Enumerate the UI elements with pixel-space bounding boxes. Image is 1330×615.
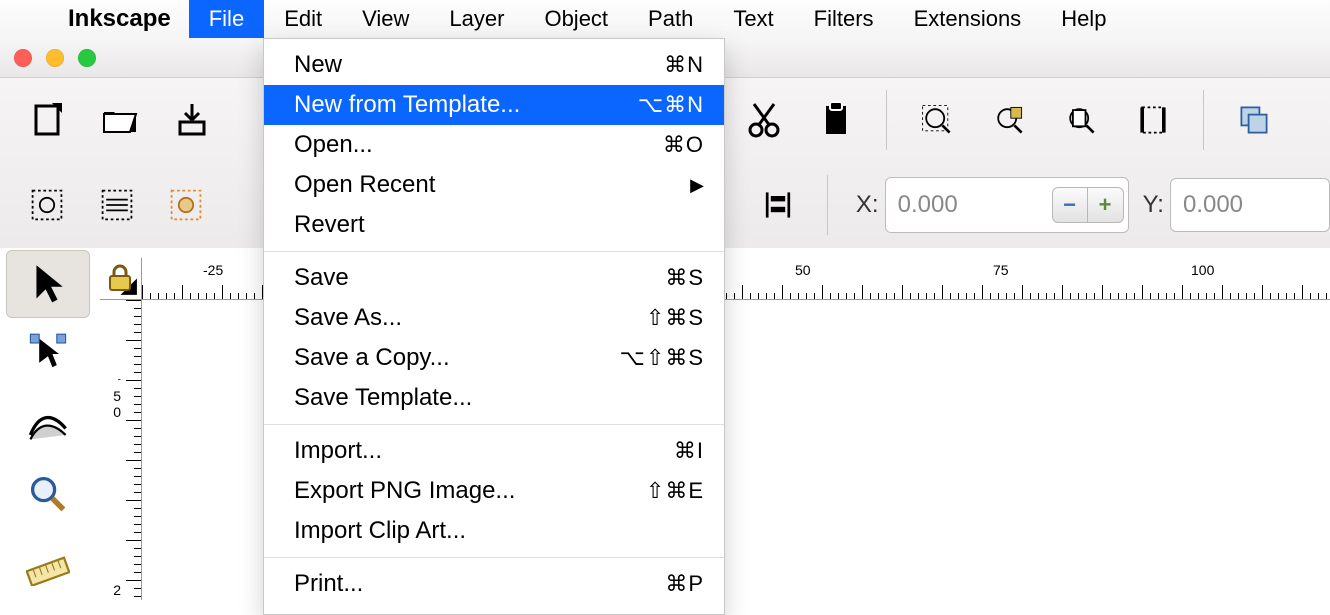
- file-menu-dropdown: New⌘N New from Template...⌥⌘N Open...⌘O …: [263, 38, 725, 615]
- toolbar-separator: [886, 90, 887, 150]
- file-menu-save-template[interactable]: Save Template...: [264, 378, 724, 418]
- file-menu-open-recent[interactable]: Open Recent▶: [264, 165, 724, 205]
- zoom-drawing-icon[interactable]: [981, 92, 1037, 148]
- menu-object[interactable]: Object: [524, 0, 628, 38]
- file-menu-import[interactable]: Import...⌘I: [264, 431, 724, 471]
- coord-x-increment[interactable]: +: [1088, 187, 1124, 223]
- file-menu-new[interactable]: New⌘N: [264, 45, 724, 85]
- selection-mode-a-icon[interactable]: [20, 177, 74, 233]
- zoom-tool[interactable]: [6, 460, 90, 528]
- menu-extensions[interactable]: Extensions: [894, 0, 1042, 38]
- ruler-v-mark: 2: [113, 582, 121, 598]
- menu-text[interactable]: Text: [713, 0, 793, 38]
- file-menu-import-clipart[interactable]: Import Clip Art...: [264, 511, 724, 551]
- menu-layer[interactable]: Layer: [429, 0, 524, 38]
- save-file-icon[interactable]: [164, 92, 220, 148]
- duplicate-icon[interactable]: [1226, 92, 1282, 148]
- file-menu-export-png[interactable]: Export PNG Image...⇧⌘E: [264, 471, 724, 511]
- window-zoom-button[interactable]: [78, 49, 96, 67]
- toolbar-separator: [1203, 90, 1204, 150]
- zoom-page-icon[interactable]: [1053, 92, 1109, 148]
- app-name[interactable]: Inkscape: [50, 5, 189, 33]
- ruler-v-mark-neg: -: [118, 375, 121, 386]
- file-menu-revert[interactable]: Revert: [264, 205, 724, 245]
- window-minimize-button[interactable]: [46, 49, 64, 67]
- menu-separator: [264, 251, 724, 252]
- selection-mode-c-icon[interactable]: [159, 177, 213, 233]
- zoom-selection-icon[interactable]: [909, 92, 965, 148]
- vertical-ruler[interactable]: 5 - 0 2: [100, 300, 142, 600]
- file-menu-open[interactable]: Open...⌘O: [264, 125, 724, 165]
- file-menu-save[interactable]: Save⌘S: [264, 258, 724, 298]
- ruler-h-mark: 50: [795, 262, 811, 278]
- measure-tool[interactable]: [6, 530, 90, 598]
- menu-help[interactable]: Help: [1041, 0, 1126, 38]
- menu-file[interactable]: File: [189, 0, 264, 38]
- coord-x-decrement[interactable]: −: [1052, 187, 1088, 223]
- new-file-icon[interactable]: [20, 92, 76, 148]
- node-tool[interactable]: [6, 320, 90, 388]
- ruler-h-mark: 75: [993, 262, 1009, 278]
- tweak-tool[interactable]: [6, 390, 90, 458]
- left-toolbox: [0, 248, 96, 600]
- menu-filters[interactable]: Filters: [794, 0, 894, 38]
- open-file-icon[interactable]: [92, 92, 148, 148]
- file-menu-new-from-template[interactable]: New from Template...⌥⌘N: [264, 85, 724, 125]
- file-menu-save-as[interactable]: Save As...⇧⌘S: [264, 298, 724, 338]
- ruler-v-mark: 0: [113, 404, 121, 420]
- toolbar-separator: [827, 175, 828, 235]
- coord-y-input[interactable]: [1170, 178, 1330, 232]
- selector-tool[interactable]: [6, 250, 90, 318]
- lock-icon[interactable]: [104, 262, 136, 299]
- coord-x-label: X:: [856, 191, 879, 219]
- mac-menubar: Inkscape File Edit View Layer Object Pat…: [0, 0, 1330, 38]
- align-distribute-icon[interactable]: [751, 177, 805, 233]
- file-menu-save-copy[interactable]: Save a Copy...⌥⇧⌘S: [264, 338, 724, 378]
- coord-y-label: Y:: [1143, 191, 1164, 219]
- menu-separator: [264, 557, 724, 558]
- menu-view[interactable]: View: [342, 0, 429, 38]
- menu-path[interactable]: Path: [628, 0, 713, 38]
- selection-mode-b-icon[interactable]: [90, 177, 144, 233]
- ruler-h-mark: -25: [203, 262, 223, 278]
- coord-x-input[interactable]: [886, 178, 1046, 232]
- ruler-h-mark: 100: [1191, 262, 1214, 278]
- window-close-button[interactable]: [14, 49, 32, 67]
- zoom-page-width-icon[interactable]: [1125, 92, 1181, 148]
- submenu-arrow-icon: ▶: [690, 175, 704, 196]
- ruler-v-mark: 5: [113, 388, 121, 404]
- menu-edit[interactable]: Edit: [264, 0, 342, 38]
- file-menu-print[interactable]: Print...⌘P: [264, 564, 724, 604]
- paste-icon[interactable]: [808, 92, 864, 148]
- cut-icon[interactable]: [736, 92, 792, 148]
- menu-separator: [264, 424, 724, 425]
